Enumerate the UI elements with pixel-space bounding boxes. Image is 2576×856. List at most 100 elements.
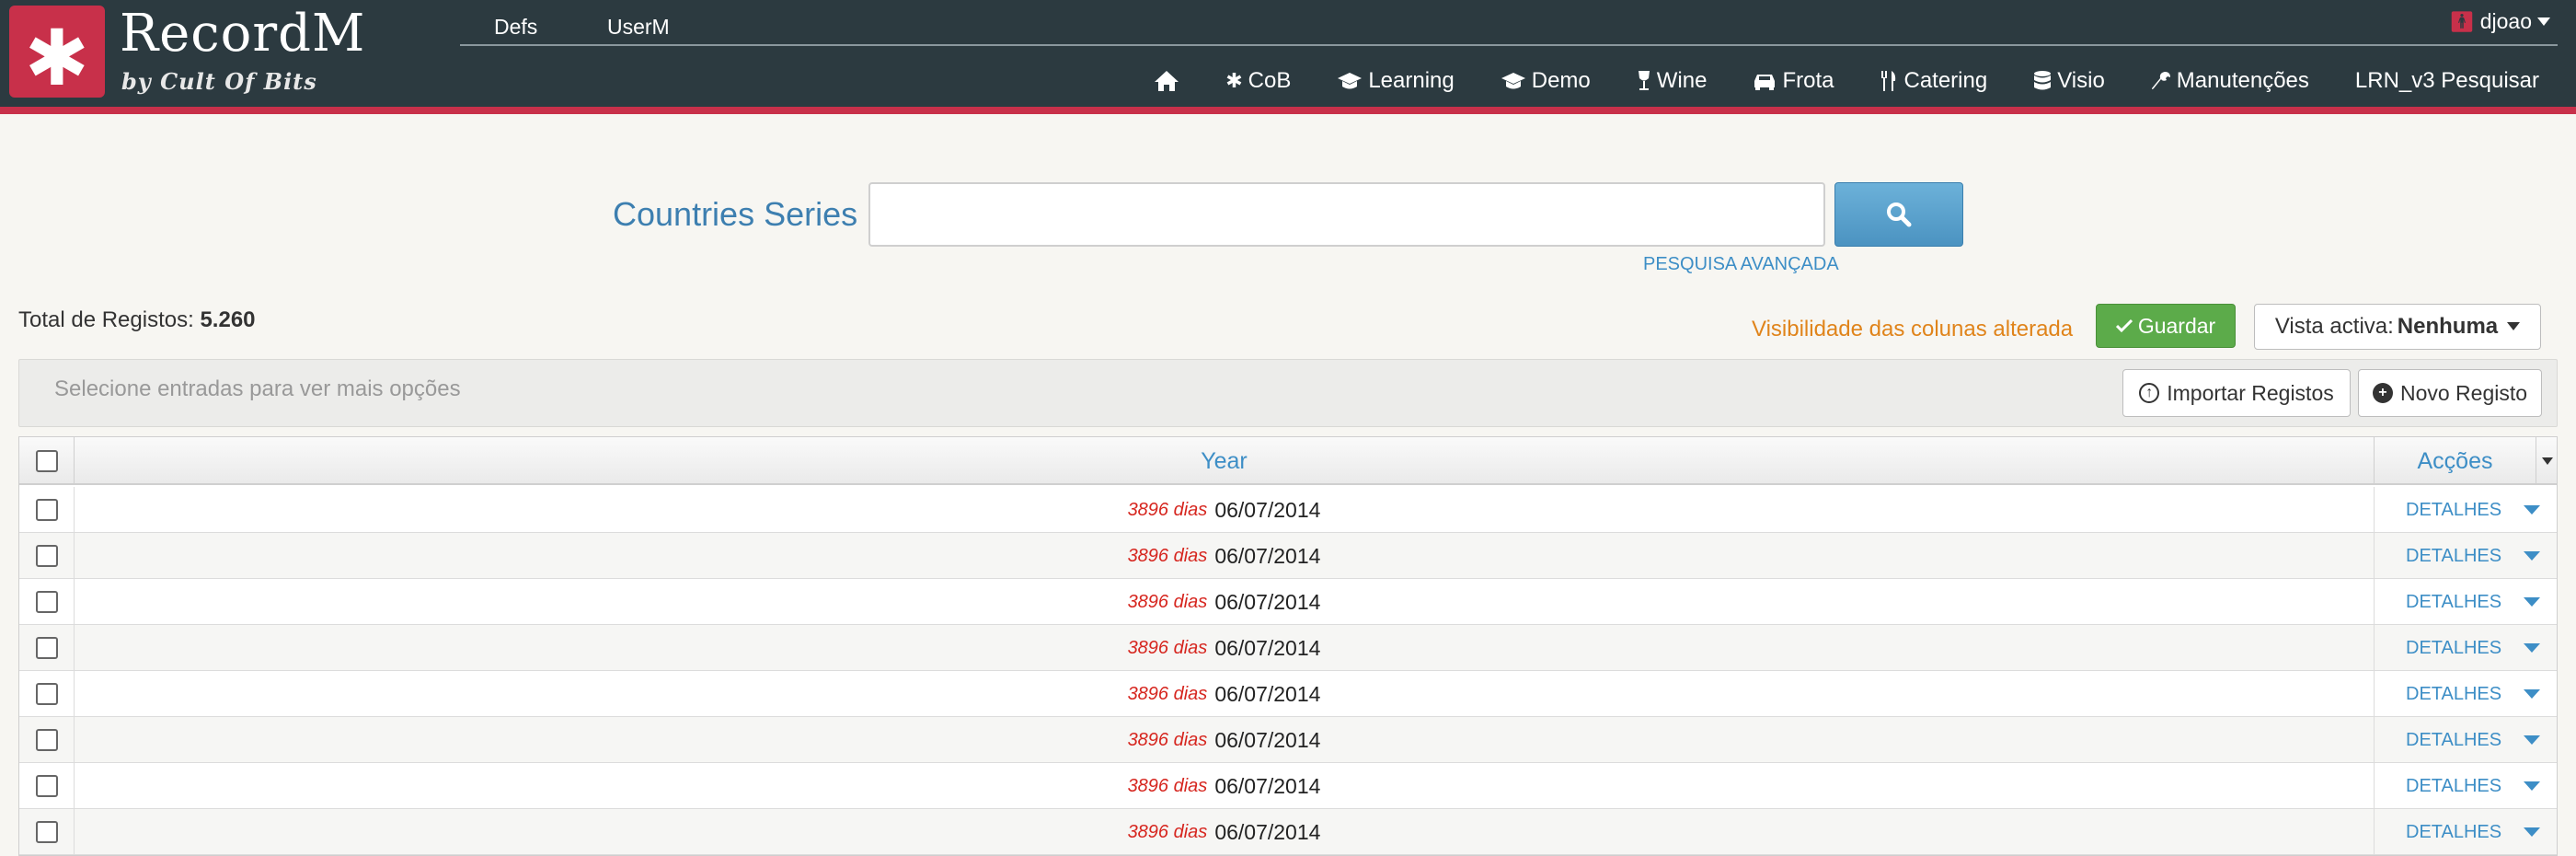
active-view-dropdown[interactable]: Vista activa: Nenhuma <box>2254 304 2541 350</box>
nav-item-label: LRN_v3 Pesquisar <box>2354 68 2539 93</box>
column-header-year[interactable]: Year <box>75 437 2375 485</box>
select-all-checkbox[interactable] <box>35 450 58 472</box>
table-row[interactable]: 3896 dias 06/07/2014 DETALHES <box>19 579 2557 625</box>
year-date: 06/07/2014 <box>1214 543 1321 568</box>
details-link[interactable]: DETALHES <box>2406 776 2501 797</box>
actions-dropdown-icon[interactable] <box>2524 505 2541 515</box>
search-input[interactable] <box>868 182 1825 247</box>
home-icon <box>1155 71 1179 91</box>
app-logo[interactable]: ✱ <box>9 6 105 98</box>
person-icon: 🚹︎ <box>2448 9 2475 33</box>
table-row[interactable]: 3896 dias 06/07/2014 DETALHES <box>19 763 2557 809</box>
search-button[interactable] <box>1834 182 1963 247</box>
nav-item-cob[interactable]: ✱ CoB <box>1225 68 1291 94</box>
actions-dropdown-icon[interactable] <box>2524 827 2541 837</box>
cutlery-icon <box>1881 71 1896 91</box>
records-table: Year Acções 3896 dias 06/07/2014 DETALHES 3… <box>18 436 2558 856</box>
selection-hint: Selecione entradas para ver mais opções <box>54 376 461 401</box>
user-menu[interactable]: 🚹︎ djoao <box>2449 9 2550 34</box>
advanced-search-link[interactable]: PESQUISA AVANÇADA <box>1643 254 1839 275</box>
row-select-cell <box>19 579 75 625</box>
actions-cell: DETALHES <box>2375 487 2557 533</box>
actions-dropdown-icon[interactable] <box>2524 689 2541 699</box>
year-date: 06/07/2014 <box>1214 681 1321 706</box>
row-checkbox[interactable] <box>35 637 58 659</box>
total-records: Total de Registos: 5.260 <box>18 307 256 333</box>
nav-item-frota[interactable]: Frota <box>1753 68 1834 94</box>
wine-glass-icon <box>1638 71 1650 90</box>
nav-item-catering[interactable]: Catering <box>1880 68 1987 94</box>
row-checkbox[interactable] <box>35 499 58 521</box>
details-link[interactable]: DETALHES <box>2406 500 2501 521</box>
table-row[interactable]: 3896 dias 06/07/2014 DETALHES <box>19 625 2557 671</box>
total-records-label: Total de Registos: <box>18 307 194 332</box>
days-elapsed: 3896 dias <box>1127 729 1208 750</box>
actions-cell: DETALHES <box>2375 533 2557 579</box>
actions-dropdown-icon[interactable] <box>2524 735 2541 745</box>
save-button[interactable]: Guardar <box>2096 304 2236 348</box>
actions-cell: DETALHES <box>2375 763 2557 809</box>
nav-item-label: Learning <box>1368 68 1455 93</box>
year-cell: 3896 dias 06/07/2014 <box>75 533 2375 579</box>
days-elapsed: 3896 dias <box>1127 821 1208 842</box>
details-link[interactable]: DETALHES <box>2406 684 2501 705</box>
new-record-button[interactable]: + Novo Registo <box>2358 369 2542 417</box>
car-icon <box>1754 75 1776 90</box>
nav-item-learning[interactable]: Learning <box>1337 68 1455 94</box>
days-elapsed: 3896 dias <box>1127 775 1208 796</box>
details-link[interactable]: DETALHES <box>2406 546 2501 567</box>
row-checkbox[interactable] <box>35 821 58 843</box>
year-date: 06/07/2014 <box>1214 773 1321 798</box>
year-cell: 3896 dias 06/07/2014 <box>75 487 2375 533</box>
row-checkbox[interactable] <box>35 775 58 797</box>
app-title: RecordM <box>120 4 366 64</box>
days-elapsed: 3896 dias <box>1127 683 1208 704</box>
nav-item-wine[interactable]: Wine <box>1637 68 1707 94</box>
nav-item-manutencoes[interactable]: Manutenções <box>2151 68 2309 94</box>
year-date: 06/07/2014 <box>1214 727 1321 752</box>
import-records-button[interactable]: ↑ Importar Registos <box>2122 369 2351 417</box>
row-select-cell <box>19 763 75 809</box>
table-header: Year Acções <box>19 437 2557 485</box>
row-checkbox[interactable] <box>35 591 58 613</box>
topnav-item-userm[interactable]: UserM <box>607 15 670 40</box>
actions-dropdown-icon[interactable] <box>2524 551 2541 561</box>
row-checkbox[interactable] <box>35 729 58 751</box>
actions-cell: DETALHES <box>2375 809 2557 855</box>
row-checkbox[interactable] <box>35 545 58 567</box>
table-body: 3896 dias 06/07/2014 DETALHES 3896 dias 06/0… <box>19 487 2557 855</box>
column-visibility-message: Visibilidade das colunas alterada <box>1752 317 2074 341</box>
row-checkbox[interactable] <box>35 683 58 705</box>
save-button-label: Guardar <box>2137 313 2216 338</box>
table-row[interactable]: 3896 dias 06/07/2014 DETALHES <box>19 533 2557 579</box>
table-row[interactable]: 3896 dias 06/07/2014 DETALHES <box>19 487 2557 533</box>
topnav-item-defs[interactable]: Defs <box>494 15 537 40</box>
column-header-actions[interactable]: Acções <box>2375 437 2536 485</box>
table-row[interactable]: 3896 dias 06/07/2014 DETALHES <box>19 671 2557 717</box>
table-row[interactable]: 3896 dias 06/07/2014 DETALHES <box>19 717 2557 763</box>
search-title: Countries Series <box>613 195 858 233</box>
asterisk-icon: ✱ <box>1225 69 1243 92</box>
actions-dropdown-icon[interactable] <box>2524 597 2541 607</box>
actions-dropdown-icon[interactable] <box>2524 781 2541 791</box>
year-date: 06/07/2014 <box>1214 819 1321 844</box>
nav-item-visio[interactable]: Visio <box>2033 68 2105 94</box>
year-cell: 3896 dias 06/07/2014 <box>75 579 2375 625</box>
nav-item-demo[interactable]: Demo <box>1501 68 1591 94</box>
nav-item-home[interactable] <box>1154 70 1179 92</box>
search-icon <box>1887 202 1912 227</box>
year-cell: 3896 dias 06/07/2014 <box>75 625 2375 671</box>
details-link[interactable]: DETALHES <box>2406 638 2501 659</box>
actions-dropdown-icon[interactable] <box>2524 643 2541 653</box>
details-link[interactable]: DETALHES <box>2406 822 2501 843</box>
caret-down-icon <box>2507 322 2521 330</box>
main-nav: ✱ CoB Learning Demo Wine Frota Catering … <box>1108 68 2539 94</box>
details-link[interactable]: DETALHES <box>2406 592 2501 613</box>
caret-down-icon <box>2542 457 2553 465</box>
table-row[interactable]: 3896 dias 06/07/2014 DETALHES <box>19 809 2557 855</box>
active-view-label: Vista activa: <box>2274 314 2394 339</box>
details-link[interactable]: DETALHES <box>2406 730 2501 751</box>
nav-item-lrn-pesquisar[interactable]: LRN_v3 Pesquisar <box>2355 68 2539 94</box>
column-menu-toggle[interactable] <box>2536 437 2557 485</box>
selection-toolbar: Selecione entradas para ver mais opções … <box>18 359 2558 427</box>
